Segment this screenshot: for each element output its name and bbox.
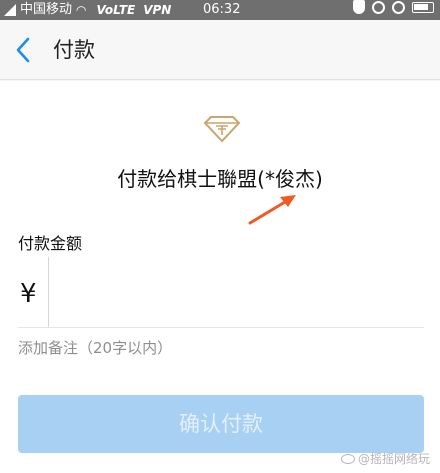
amount-label: 付款金额 bbox=[18, 234, 83, 253]
lock-rotation-icon bbox=[392, 0, 405, 14]
page-title: 付款 bbox=[53, 38, 95, 62]
status-right bbox=[353, 0, 434, 14]
weibo-icon bbox=[340, 453, 355, 464]
diamond-logo bbox=[201, 115, 243, 143]
divider bbox=[18, 327, 424, 328]
status-time: 06:32 bbox=[203, 2, 241, 17]
wifi-icon: ◠ bbox=[76, 3, 87, 17]
status-bar: 中国移动 ◠ VoLTE VPN 06:32 bbox=[0, 0, 440, 20]
watermark: @摇摇网络玩 bbox=[340, 450, 430, 467]
currency-symbol: ¥ bbox=[20, 279, 37, 309]
carrier-label: 中国移动 bbox=[20, 2, 73, 17]
amount-input[interactable] bbox=[48, 257, 424, 327]
annotation-arrow-icon bbox=[244, 191, 304, 227]
amount-row: ¥ bbox=[18, 257, 424, 327]
vpn-label: VPN bbox=[143, 3, 172, 17]
volte-label: VoLTE bbox=[96, 3, 136, 17]
payee-name: 付款给棋士聯盟(*俊杰) bbox=[117, 167, 323, 191]
battery-icon bbox=[412, 1, 434, 13]
status-left: 中国移动 ◠ VoLTE VPN bbox=[4, 0, 171, 20]
app-header: 付款 bbox=[0, 20, 440, 80]
signal-icon bbox=[4, 4, 16, 16]
chevron-left-icon[interactable] bbox=[14, 36, 34, 64]
alarm-icon bbox=[372, 0, 385, 14]
confirm-payment-button[interactable]: 确认付款 bbox=[18, 395, 424, 453]
add-remark-link[interactable]: 添加备注（20字以内） bbox=[18, 337, 172, 359]
shield-icon bbox=[353, 0, 365, 14]
payment-form: 付款给棋士聯盟(*俊杰) 付款金额 ¥ 添加备注（20字以内） 确认付款 @摇摇… bbox=[0, 81, 440, 473]
watermark-text: @摇摇网络玩 bbox=[357, 452, 430, 466]
